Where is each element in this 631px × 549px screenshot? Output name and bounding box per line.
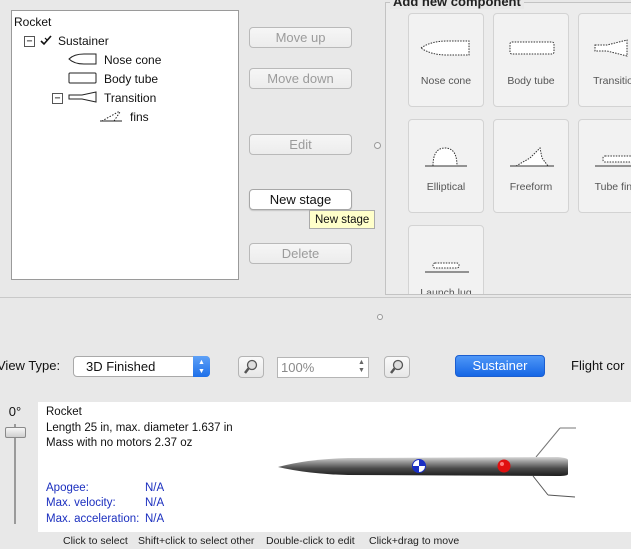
splitter-handle-icon[interactable] — [377, 314, 383, 320]
rotation-slider-track[interactable] — [14, 424, 16, 524]
zoom-in-button[interactable] — [384, 356, 410, 378]
collapse-icon[interactable]: − — [52, 92, 63, 104]
tree-item-body-tube[interactable]: Body tube — [68, 70, 158, 88]
elliptical-fins-icon — [425, 147, 467, 167]
add-launch-lug-button[interactable]: Launch lug — [408, 225, 484, 295]
tree-item-nose-cone[interactable]: Nose cone — [68, 51, 161, 69]
add-nose-cone-button[interactable]: Nose cone — [408, 13, 484, 107]
tree-label-nose-cone: Nose cone — [104, 53, 162, 67]
tree-item-rocket[interactable]: Rocket — [14, 13, 51, 31]
transition-label: Transition — [593, 75, 631, 87]
zoom-stepper-icon[interactable]: ▲ ▼ — [356, 359, 367, 375]
apogee-label: Apogee: — [46, 482, 89, 494]
delete-button[interactable]: Delete — [249, 243, 352, 264]
zoom-out-button[interactable] — [238, 356, 264, 378]
nose-cone-icon — [420, 40, 470, 56]
stage-check-icon — [40, 34, 52, 49]
horizontal-splitter[interactable] — [0, 297, 631, 322]
elliptical-label: Elliptical — [426, 181, 466, 193]
vertical-splitter-handle[interactable] — [374, 142, 381, 149]
max-acceleration-label: Max. acceleration: — [46, 513, 140, 525]
transition-icon — [68, 90, 98, 106]
tree-item-fins[interactable]: fins — [100, 108, 149, 126]
rotation-slider-thumb[interactable] — [5, 427, 26, 438]
new-stage-tooltip: New stage — [309, 210, 376, 229]
max-velocity-label: Max. velocity: — [46, 497, 116, 509]
tree-label-transition: Transition — [104, 91, 157, 105]
tube-fins-icon — [595, 155, 631, 167]
tree-label-sustainer: Sustainer — [58, 34, 109, 48]
freeform-label: Freeform — [509, 181, 553, 193]
status-click-hint: Click to select — [63, 535, 128, 547]
body-tube-icon — [509, 41, 555, 55]
status-shift-hint: Shift+click to select other — [138, 535, 255, 547]
rocket-figure-canvas[interactable]: Rocket Length 25 in, max. diameter 1.637… — [38, 402, 631, 532]
transition-icon — [594, 39, 628, 57]
collapse-icon[interactable]: − — [24, 35, 35, 47]
move-up-button[interactable]: Move up — [249, 27, 352, 48]
status-drag-hint: Click+drag to move — [369, 535, 460, 547]
max-velocity-value: N/A — [145, 497, 165, 509]
fins-icon — [100, 110, 124, 125]
freeform-fins-icon — [510, 146, 554, 167]
nose-cone-icon — [68, 53, 98, 68]
zoom-out-icon — [244, 359, 258, 374]
nose-cone-label: Nose cone — [420, 75, 472, 87]
rocket-dimensions: Length 25 in, max. diameter 1.637 in — [46, 422, 233, 434]
select-arrows-icon: ▲ ▼ — [193, 356, 210, 377]
upper-fin — [535, 427, 561, 458]
max-acceleration-value: N/A — [145, 513, 165, 525]
launch-lug-label: Launch lug — [420, 287, 472, 295]
tree-label-fins: fins — [130, 110, 149, 124]
status-double-click-hint: Double-click to edit — [266, 535, 355, 547]
move-down-button[interactable]: Move down — [249, 68, 352, 89]
add-component-title: Add new component — [390, 0, 524, 9]
cp-marker — [497, 459, 511, 473]
tree-label-rocket: Rocket — [14, 15, 52, 29]
rocket-3d-render — [278, 427, 576, 498]
component-tree[interactable]: Rocket − Sustainer Nose cone Body tube −… — [11, 10, 239, 280]
new-stage-button[interactable]: New stage — [249, 189, 352, 210]
rotation-value: 0° — [8, 404, 22, 419]
apogee-value: N/A — [145, 482, 165, 494]
add-elliptical-fins-button[interactable]: Elliptical — [408, 119, 484, 213]
tube-fins-label: Tube fins — [594, 181, 631, 193]
flight-configuration-label: Flight cor — [571, 358, 625, 373]
zoom-input[interactable]: 100% ▲ ▼ — [277, 357, 369, 378]
launch-lug-icon — [425, 262, 469, 273]
view-type-label: View Type: — [0, 358, 61, 373]
body-tube-icon — [68, 72, 98, 87]
view-type-value: 3D Finished — [86, 359, 156, 374]
add-body-tube-button[interactable]: Body tube — [493, 13, 569, 107]
view-type-select[interactable]: 3D Finished ▲ ▼ — [73, 356, 210, 377]
lower-fin — [532, 475, 549, 496]
lower-fin-tip — [547, 494, 576, 498]
add-tube-fins-button[interactable]: Tube fins — [578, 119, 631, 213]
add-transition-button[interactable]: Transition — [578, 13, 631, 107]
status-bar: Click to select Shift+click to select ot… — [0, 532, 631, 549]
rocket-name: Rocket — [46, 406, 82, 418]
add-component-panel: Nose cone Body tube Transition Elliptica… — [385, 2, 631, 295]
zoom-value: 100% — [281, 360, 315, 375]
add-freeform-fins-button[interactable]: Freeform — [493, 119, 569, 213]
rocket-mass: Mass with no motors 2.37 oz — [46, 437, 193, 449]
tree-item-transition[interactable]: − Transition — [52, 89, 156, 107]
tree-label-body-tube: Body tube — [104, 72, 159, 86]
stage-select-button[interactable]: Sustainer — [455, 355, 545, 377]
edit-button[interactable]: Edit — [249, 134, 352, 155]
tree-item-sustainer[interactable]: − Sustainer — [24, 32, 109, 50]
body-tube-label: Body tube — [507, 75, 555, 87]
zoom-in-icon — [390, 359, 404, 374]
cg-marker — [412, 459, 426, 473]
